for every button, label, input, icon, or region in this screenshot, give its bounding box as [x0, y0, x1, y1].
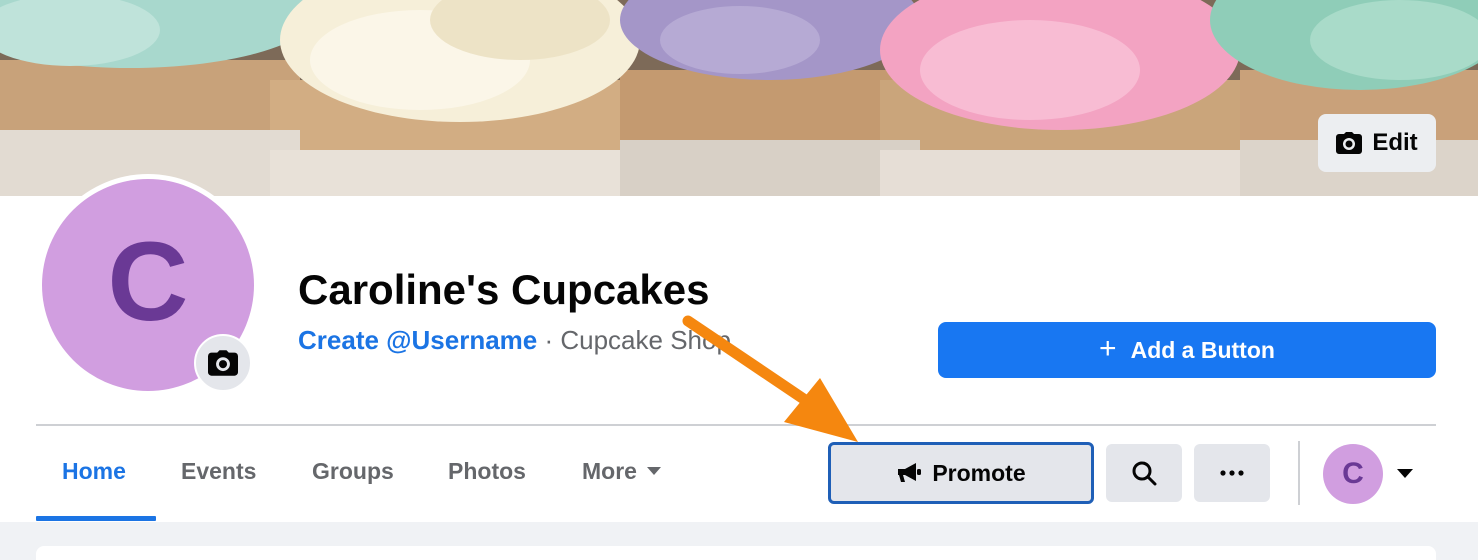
annotation-arrow-head	[784, 378, 858, 442]
tab-more[interactable]: More	[582, 458, 661, 485]
search-button[interactable]	[1106, 444, 1182, 502]
cover-photo	[0, 0, 1478, 196]
ellipsis-icon	[1220, 470, 1244, 476]
tab-more-label: More	[582, 458, 637, 484]
promote-button[interactable]: Promote	[828, 442, 1094, 504]
camera-icon	[208, 350, 238, 376]
tab-photos-label: Photos	[448, 458, 526, 484]
actions-separator	[1298, 441, 1300, 505]
page-subtitle: Create @Username · Cupcake Shop	[298, 325, 731, 356]
update-profile-picture-button[interactable]	[194, 334, 252, 392]
caret-down-icon	[646, 466, 661, 475]
tab-home[interactable]: Home	[62, 458, 126, 485]
tab-groups[interactable]: Groups	[312, 458, 394, 485]
tab-groups-label: Groups	[312, 458, 394, 484]
tab-events-label: Events	[181, 458, 257, 484]
edit-cover-label: Edit	[1372, 129, 1418, 156]
profile-picture-letter: C	[107, 219, 189, 344]
tab-photos[interactable]: Photos	[448, 458, 526, 485]
add-a-button[interactable]: + Add a Button	[938, 322, 1436, 378]
more-options-button[interactable]	[1194, 444, 1270, 502]
caret-down-icon[interactable]	[1397, 469, 1413, 478]
search-icon	[1132, 461, 1157, 486]
page-title: Caroline's Cupcakes	[298, 266, 710, 313]
edit-cover-button[interactable]: Edit	[1318, 114, 1436, 172]
switch-profile-avatar[interactable]: C	[1323, 444, 1383, 504]
tab-events[interactable]: Events	[181, 458, 256, 485]
camera-icon	[1336, 132, 1363, 154]
promote-button-label: Promote	[932, 459, 1026, 486]
page-category: Cupcake Shop	[560, 325, 731, 355]
create-username-link[interactable]: Create @Username	[298, 325, 537, 355]
megaphone-icon	[898, 463, 922, 482]
tab-home-label: Home	[62, 458, 126, 484]
add-a-button-label: Add a Button	[1130, 336, 1275, 363]
cupcakes-cover-image	[0, 0, 1478, 196]
active-tab-indicator	[36, 516, 156, 521]
mini-avatar-letter: C	[1342, 457, 1364, 490]
plus-icon: +	[1099, 331, 1117, 365]
feed-card	[36, 546, 1436, 560]
subtitle-separator: ·	[537, 325, 561, 355]
header-divider	[36, 424, 1436, 426]
